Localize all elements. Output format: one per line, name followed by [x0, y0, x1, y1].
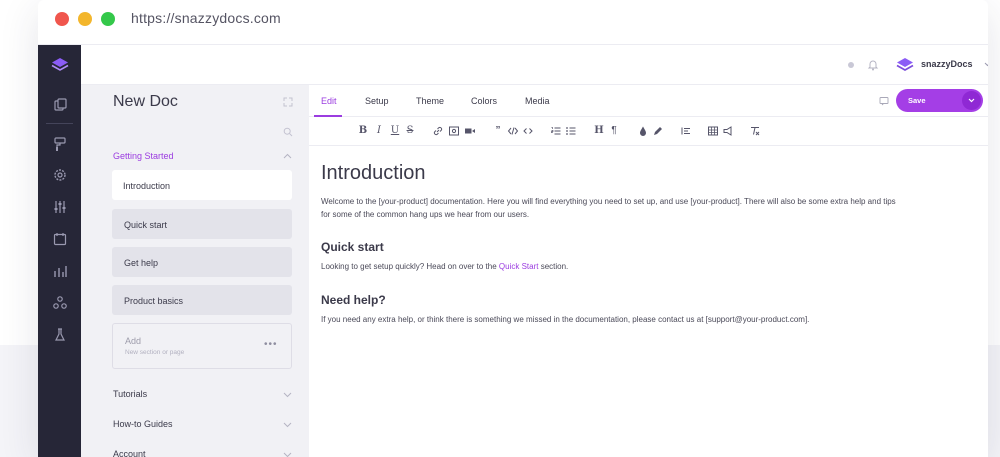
bullet-list-icon[interactable] [565, 125, 577, 137]
bold-icon[interactable]: B [357, 125, 369, 137]
intro-line-2: for some of the common hang ups we hear … [321, 210, 530, 219]
account-name[interactable]: snazzyDocs [921, 59, 973, 69]
need-help-heading: Need help? [321, 293, 386, 307]
quick-start-heading: Quick start [321, 240, 384, 254]
gear-icon[interactable] [52, 167, 68, 183]
share-icon[interactable] [52, 295, 68, 311]
link-icon[interactable] [432, 125, 444, 137]
editor-content[interactable]: Introduction Welcome to the [your-produc… [309, 146, 988, 457]
sidebar-item-get-help[interactable]: Get help [112, 247, 292, 277]
search-icon[interactable] [283, 127, 293, 137]
more-icon[interactable]: ••• [264, 339, 278, 350]
add-label: Add [125, 336, 142, 346]
clear-format-icon[interactable] [749, 125, 761, 137]
sliders-icon[interactable] [52, 199, 68, 215]
image-icon[interactable] [448, 125, 460, 137]
bar-chart-icon[interactable] [52, 263, 68, 279]
callout-icon[interactable] [722, 125, 734, 137]
quick-start-text-after: section. [538, 262, 569, 271]
address-bar[interactable]: https://snazzydocs.com [131, 10, 281, 26]
paragraph-icon[interactable]: ¶ [608, 125, 620, 137]
numbered-list-icon[interactable] [550, 125, 562, 137]
doc-title: New Doc [113, 93, 178, 110]
quote-icon[interactable]: ” [492, 125, 504, 137]
comment-icon[interactable] [879, 96, 889, 106]
app-window: https://snazzydocs.com snazzyDocs New Do… [38, 0, 988, 457]
italic-icon[interactable]: I [373, 125, 385, 137]
tab-edit[interactable]: Edit [321, 96, 337, 106]
editor-tabs: Edit Setup Theme Colors Media Save [309, 85, 988, 117]
heading-icon[interactable]: H [593, 125, 605, 137]
tab-media[interactable]: Media [525, 96, 550, 106]
calendar-icon[interactable] [52, 231, 68, 247]
close-window-button[interactable] [55, 12, 69, 26]
save-options-button[interactable] [962, 91, 981, 110]
format-toolbar: B I U S ” H ¶ [309, 117, 988, 146]
brush-icon[interactable] [52, 136, 68, 152]
chevron-down-icon [968, 98, 975, 103]
section-how-to-guides[interactable]: How-to Guides [113, 419, 173, 429]
chevron-up-icon[interactable] [283, 153, 292, 159]
section-account[interactable]: Account [113, 449, 146, 457]
layers-logo-icon[interactable] [50, 55, 70, 75]
align-left-icon[interactable] [680, 125, 692, 137]
quick-start-text: Looking to get setup quickly? Head on ov… [321, 260, 981, 273]
section-tutorials[interactable]: Tutorials [113, 389, 147, 399]
tab-theme[interactable]: Theme [416, 96, 444, 106]
top-header: snazzyDocs [81, 45, 988, 85]
minimize-window-button[interactable] [78, 12, 92, 26]
bell-icon[interactable] [867, 58, 879, 71]
tab-setup[interactable]: Setup [365, 96, 389, 106]
quick-start-text-before: Looking to get setup quickly? Head on ov… [321, 262, 499, 271]
save-label: Save [908, 96, 926, 105]
pages-icon[interactable] [52, 97, 68, 113]
add-sublabel: New section or page [125, 349, 185, 356]
status-indicator [848, 62, 854, 68]
sidebar-item-introduction[interactable]: Introduction [112, 170, 292, 200]
expand-icon[interactable] [283, 97, 293, 107]
rail-divider [46, 123, 73, 124]
strikethrough-icon[interactable]: S [404, 125, 416, 137]
chevron-down-icon[interactable] [283, 422, 292, 428]
sidebar-item-product-basics[interactable]: Product basics [112, 285, 292, 315]
chevron-down-icon[interactable] [283, 392, 292, 398]
save-button[interactable]: Save [896, 89, 983, 112]
lab-icon[interactable] [52, 327, 68, 343]
need-help-text: If you need any extra help, or think the… [321, 315, 810, 324]
quick-start-link[interactable]: Quick Start [499, 262, 539, 271]
chevron-down-icon[interactable] [984, 62, 988, 67]
highlighter-icon[interactable] [652, 125, 664, 137]
maximize-window-button[interactable] [101, 12, 115, 26]
add-section-button[interactable]: Add New section or page ••• [112, 323, 292, 369]
intro-line-1: Welcome to the [your-product] documentat… [321, 197, 896, 206]
underline-icon[interactable]: U [389, 125, 401, 137]
page-title: Introduction [321, 162, 426, 184]
tab-colors[interactable]: Colors [471, 96, 497, 106]
chevron-down-icon[interactable] [283, 452, 292, 457]
text-color-icon[interactable] [637, 125, 649, 137]
browser-bar: https://snazzydocs.com [38, 0, 988, 45]
nav-rail [38, 45, 81, 457]
brand-logo-icon [896, 58, 914, 72]
section-getting-started[interactable]: Getting Started [113, 151, 174, 161]
code-block-icon[interactable] [507, 125, 519, 137]
code-icon[interactable] [522, 125, 534, 137]
sidebar-item-quick-start[interactable]: Quick start [112, 209, 292, 239]
table-icon[interactable] [707, 125, 719, 137]
video-icon[interactable] [464, 125, 476, 137]
doc-sidebar: New Doc Getting Started Introduction Qui… [81, 85, 309, 457]
